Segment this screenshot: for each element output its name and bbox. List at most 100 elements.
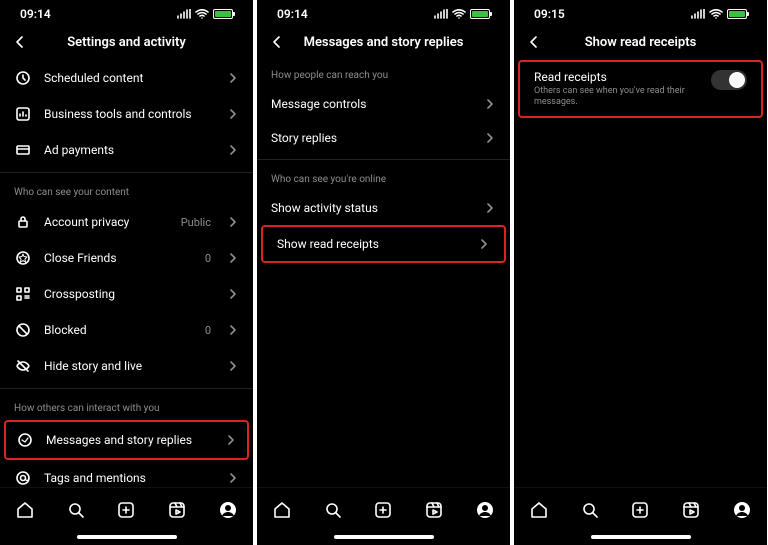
row-ad-payments[interactable]: Ad payments <box>0 132 253 168</box>
row-messages-story-replies[interactable]: Messages and story replies <box>4 420 249 460</box>
row-scheduled-content[interactable]: Scheduled content <box>0 60 253 96</box>
home-indicator[interactable] <box>77 535 177 539</box>
tab-bar <box>257 487 510 531</box>
read-receipts-toggle[interactable] <box>711 70 747 90</box>
chevron-right-icon <box>484 98 496 110</box>
row-crossposting[interactable]: Crossposting <box>0 276 253 312</box>
screen-header: Show read receipts <box>514 24 767 60</box>
row-blocked[interactable]: Blocked 0 <box>0 312 253 348</box>
phone-screen-settings: 09:14 Settings and activity Scheduled co… <box>0 0 253 545</box>
phone-screen-read-receipts: 09:15 Show read receipts Read receipts O… <box>514 0 767 545</box>
tab-reels[interactable] <box>422 498 446 522</box>
row-business-tools[interactable]: Business tools and controls <box>0 96 253 132</box>
tab-create[interactable] <box>628 498 652 522</box>
divider <box>0 172 253 173</box>
clock-icon <box>14 69 32 87</box>
tab-bar <box>514 487 767 531</box>
back-button[interactable] <box>10 32 30 52</box>
tab-create[interactable] <box>114 498 138 522</box>
signal-icon <box>691 9 705 19</box>
card-icon <box>14 141 32 159</box>
chevron-right-icon <box>227 472 239 484</box>
row-account-privacy[interactable]: Account privacy Public <box>0 204 253 240</box>
screen-header: Messages and story replies <box>257 24 510 60</box>
status-icons <box>691 9 747 19</box>
chevron-right-icon <box>227 72 239 84</box>
tab-home[interactable] <box>270 498 294 522</box>
chevron-right-icon <box>227 288 239 300</box>
tab-search[interactable] <box>64 498 88 522</box>
home-indicator[interactable] <box>334 535 434 539</box>
row-label: Tags and mentions <box>44 471 215 485</box>
lock-icon <box>14 213 32 231</box>
tab-create[interactable] <box>371 498 395 522</box>
screen-header: Settings and activity <box>0 24 253 60</box>
section-header-interact: How others can interact with you <box>0 393 253 420</box>
phone-screen-messages: 09:14 Messages and story replies How peo… <box>257 0 510 545</box>
status-bar: 09:14 <box>257 4 510 24</box>
tab-home[interactable] <box>13 498 37 522</box>
row-label: Show activity status <box>271 201 484 215</box>
signal-icon <box>177 9 191 19</box>
chevron-right-icon <box>484 132 496 144</box>
chevron-right-icon <box>227 360 239 372</box>
row-message-controls[interactable]: Message controls <box>257 87 510 121</box>
chevron-right-icon <box>227 324 239 336</box>
chevron-right-icon <box>227 216 239 228</box>
status-time: 09:14 <box>20 7 51 21</box>
row-label: Hide story and live <box>44 359 215 373</box>
row-activity-status[interactable]: Show activity status <box>257 191 510 225</box>
receipts-content[interactable]: Read receipts Others can see when you've… <box>514 60 767 487</box>
status-time: 09:14 <box>277 7 308 21</box>
row-read-receipts-toggle[interactable]: Read receipts Others can see when you've… <box>518 60 763 118</box>
tab-search[interactable] <box>321 498 345 522</box>
screen-title: Settings and activity <box>67 35 186 50</box>
wifi-icon <box>195 9 209 19</box>
back-button[interactable] <box>267 32 287 52</box>
tab-reels[interactable] <box>679 498 703 522</box>
chevron-right-icon <box>227 108 239 120</box>
tab-search[interactable] <box>578 498 602 522</box>
grid-icon <box>14 285 32 303</box>
tag-icon <box>14 469 32 487</box>
tab-profile[interactable] <box>216 498 240 522</box>
row-label: Crossposting <box>44 287 215 301</box>
block-icon <box>14 321 32 339</box>
row-close-friends[interactable]: Close Friends 0 <box>0 240 253 276</box>
tab-home[interactable] <box>527 498 551 522</box>
msg-icon <box>16 431 34 449</box>
divider <box>0 388 253 389</box>
screen-title: Show read receipts <box>585 35 697 50</box>
chevron-right-icon <box>225 434 237 446</box>
divider <box>257 159 510 160</box>
section-header-privacy: Who can see your content <box>0 177 253 204</box>
row-story-replies[interactable]: Story replies <box>257 121 510 155</box>
tab-profile[interactable] <box>473 498 497 522</box>
chevron-right-icon <box>478 238 490 250</box>
row-label: Show read receipts <box>277 237 478 251</box>
row-show-read-receipts[interactable]: Show read receipts <box>261 225 506 263</box>
star-icon <box>14 249 32 267</box>
screen-title: Messages and story replies <box>304 35 464 50</box>
section-header-online: Who can see you're online <box>257 164 510 191</box>
row-value: 0 <box>205 252 211 265</box>
row-tags-mentions[interactable]: Tags and mentions <box>0 460 253 487</box>
battery-icon <box>727 9 747 19</box>
row-label: Account privacy <box>44 215 169 229</box>
row-label: Messages and story replies <box>46 433 213 447</box>
row-value: 0 <box>205 324 211 337</box>
tab-reels[interactable] <box>165 498 189 522</box>
messages-content[interactable]: How people can reach you Message control… <box>257 60 510 487</box>
settings-content[interactable]: Scheduled content Business tools and con… <box>0 60 253 487</box>
row-hide-story[interactable]: Hide story and live <box>0 348 253 384</box>
back-button[interactable] <box>524 32 544 52</box>
tab-profile[interactable] <box>730 498 754 522</box>
chevron-right-icon <box>227 252 239 264</box>
home-indicator[interactable] <box>591 535 691 539</box>
status-bar: 09:15 <box>514 4 767 24</box>
battery-icon <box>213 9 233 19</box>
eyeoff-icon <box>14 357 32 375</box>
row-label: Blocked <box>44 323 193 337</box>
signal-icon <box>434 9 448 19</box>
status-time: 09:15 <box>534 7 565 21</box>
